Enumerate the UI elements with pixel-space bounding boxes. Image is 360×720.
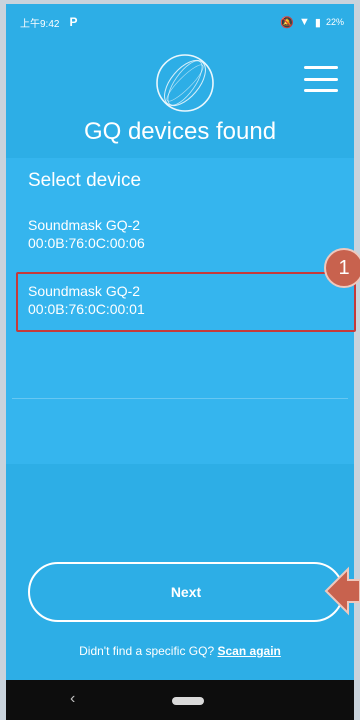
parking-app-icon: P	[69, 15, 78, 29]
device-name: Soundmask GQ-2	[28, 283, 141, 299]
device-list-panel: Select device Soundmask GQ-2 00:0B:76:0C…	[6, 158, 356, 464]
next-button[interactable]: Next	[28, 562, 344, 622]
list-divider	[12, 398, 348, 399]
page-title: GQ devices found	[83, 118, 277, 145]
hamburger-menu-icon[interactable]	[304, 66, 338, 92]
device-address: 00:0B:76:0C:00:06	[28, 235, 145, 251]
device-item-selected[interactable]: Soundmask GQ-2 00:0B:76:0C:00:01	[28, 282, 145, 318]
wifi-icon: ▼	[299, 16, 310, 28]
app-header: GQ devices found	[6, 40, 354, 158]
status-time: 上午9:42	[20, 18, 60, 30]
back-icon[interactable]: ‹	[70, 690, 75, 708]
status-bar: 上午9:42 P 🔕 ▼ ▮ 22%	[6, 4, 354, 40]
step-badge: 1	[324, 248, 360, 288]
gq-ring-logo	[156, 54, 214, 112]
select-device-label: Select device	[28, 170, 142, 191]
battery-percent: 22%	[325, 17, 344, 27]
battery-icon: ▮	[314, 16, 321, 29]
home-pill-icon[interactable]	[172, 697, 204, 705]
mute-icon: 🔕	[280, 16, 295, 29]
system-nav-bar: ‹	[6, 680, 354, 720]
pointer-arrow-icon	[324, 566, 360, 616]
footer-prompt: Didn't find a specific GQ? Scan again	[0, 644, 360, 658]
device-address: 00:0B:76:0C:00:01	[28, 301, 145, 317]
scan-again-link[interactable]: Scan again	[218, 644, 281, 658]
device-item[interactable]: Soundmask GQ-2 00:0B:76:0C:00:06	[28, 216, 145, 252]
footer-question: Didn't find a specific GQ?	[79, 644, 215, 658]
device-name: Soundmask GQ-2	[28, 217, 141, 233]
